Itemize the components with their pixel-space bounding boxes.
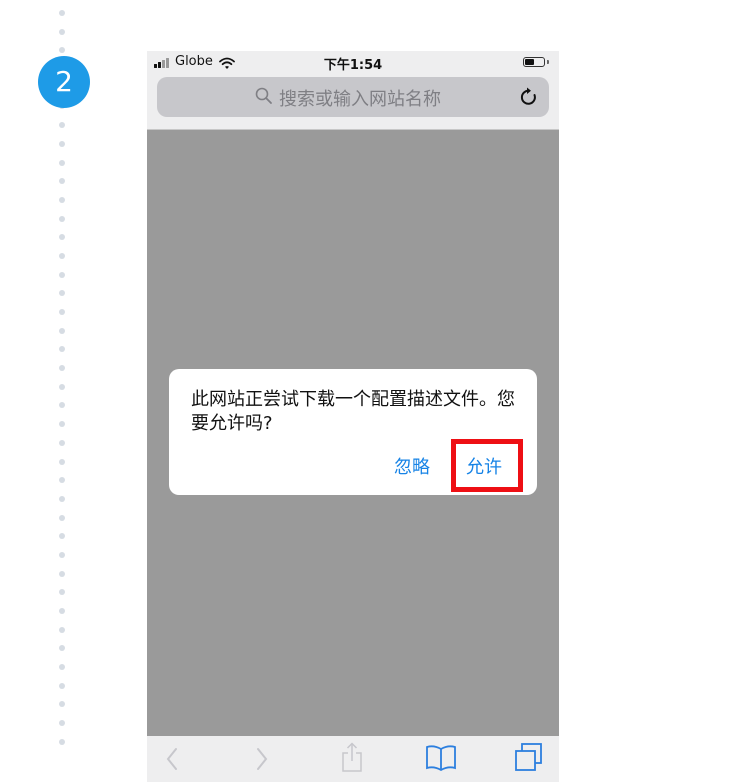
forward-icon[interactable] xyxy=(255,746,269,776)
step-number-badge: 2 xyxy=(38,56,90,108)
phone-screenshot: Globe 下午1:54 搜索或输入网站名称 此网站正尝试下载一个配置描述文件。… xyxy=(147,51,559,782)
reload-icon[interactable] xyxy=(519,86,539,112)
search-icon xyxy=(255,87,273,109)
share-icon[interactable] xyxy=(340,742,364,778)
battery-terminal xyxy=(547,60,549,64)
back-icon[interactable] xyxy=(165,746,179,776)
status-bar: Globe 下午1:54 xyxy=(147,51,559,73)
address-bar[interactable]: 搜索或输入网站名称 xyxy=(157,77,549,117)
browser-header: Globe 下午1:54 搜索或输入网站名称 xyxy=(147,51,559,130)
browser-toolbar xyxy=(147,736,559,782)
bookmarks-icon[interactable] xyxy=(425,744,457,776)
step-timeline-dots xyxy=(58,10,66,782)
address-bar-placeholder: 搜索或输入网站名称 xyxy=(279,89,441,110)
tabs-icon[interactable] xyxy=(513,742,545,778)
download-profile-alert: 此网站正尝试下载一个配置描述文件。您要允许吗? 忽略 允许 xyxy=(169,369,537,495)
ignore-button[interactable]: 忽略 xyxy=(394,453,430,479)
alert-message: 此网站正尝试下载一个配置描述文件。您要允许吗? xyxy=(191,389,515,434)
battery-icon xyxy=(523,57,545,67)
status-time: 下午1:54 xyxy=(323,58,383,73)
allow-button[interactable]: 允许 xyxy=(466,453,502,479)
